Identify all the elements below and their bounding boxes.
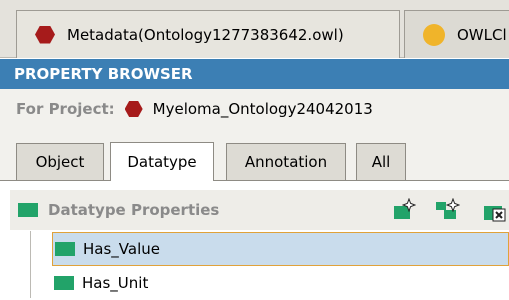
panel-title-bar: PROPERTY BROWSER [0,59,509,89]
project-row: For Project: Myeloma_Ontology24042013 [0,89,509,129]
datatype-properties-header: Datatype Properties [10,190,509,230]
project-name: Myeloma_Ontology24042013 [152,100,373,118]
create-subproperty-icon[interactable] [436,198,462,222]
create-property-icon[interactable] [392,198,418,222]
tab-annotation[interactable]: Annotation [226,143,346,180]
file-tab-label: OWLCl [457,25,507,44]
tab-strip-divider [0,180,509,181]
datatype-property-icon [54,276,74,290]
tab-object[interactable]: Object [16,143,104,180]
tab-datatype[interactable]: Datatype [110,142,214,181]
delete-property-icon[interactable] [484,198,509,222]
property-item-has-value[interactable]: Has_Value [52,232,509,266]
project-label: For Project: [16,100,115,118]
tab-all[interactable]: All [356,143,406,180]
property-item-has-unit[interactable]: Has_Unit [52,266,509,300]
file-tab-owlclasses[interactable]: OWLCl [404,10,509,58]
owl-class-circle-icon [423,23,445,46]
file-tab-label: Metadata(Ontology1277383642.owl) [67,25,344,44]
ontology-hexagon-icon [35,25,55,44]
datatype-property-icon [18,203,38,217]
property-label: Has_Unit [82,274,149,292]
section-title: Datatype Properties [48,201,220,219]
property-label: Has_Value [83,240,160,258]
project-hexagon-icon [124,101,143,117]
datatype-property-icon [55,242,75,256]
file-tab-metadata[interactable]: Metadata(Ontology1277383642.owl) [16,10,400,58]
